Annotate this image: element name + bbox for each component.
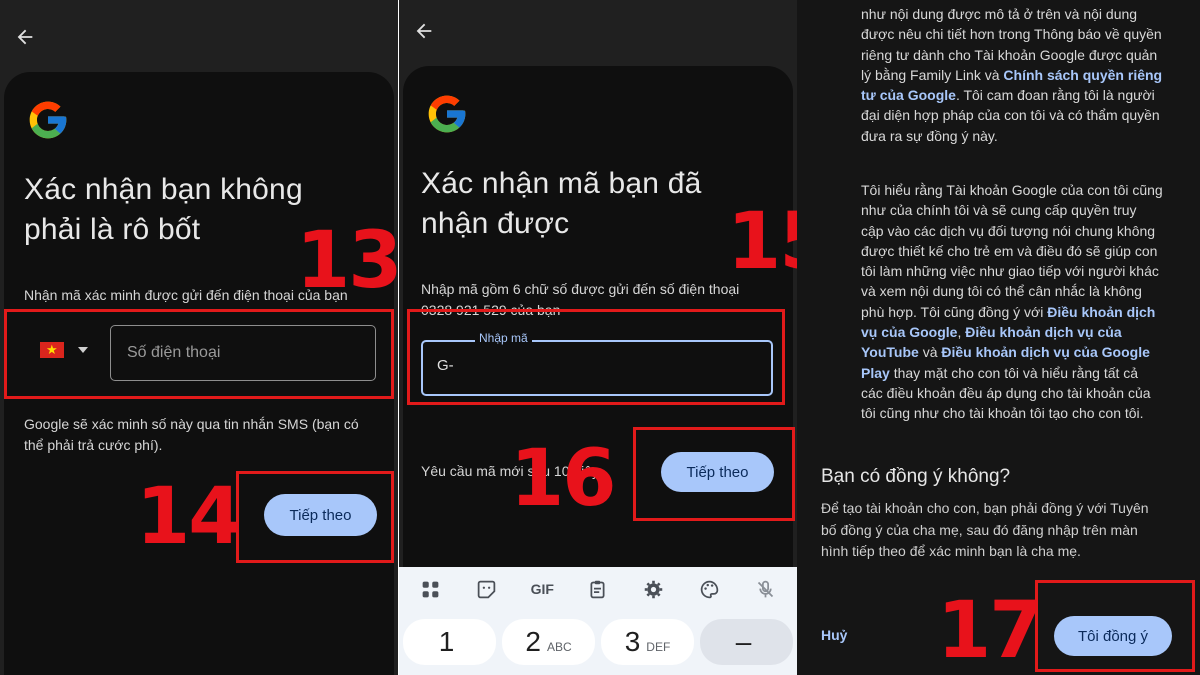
subtext-line: bố đồng ý của cha mẹ, sau đó đăng nhập t… bbox=[821, 521, 1138, 538]
annotation-box-15 bbox=[407, 309, 785, 405]
key-digit: – bbox=[735, 626, 752, 657]
panel-verify-robot: Xác nhận bạn không phải là rô bốt Nhận m… bbox=[0, 0, 398, 675]
step-number-13: 13 bbox=[296, 216, 398, 306]
settings-icon[interactable] bbox=[642, 577, 666, 601]
paragraph-line: thay mặt cho con tôi và hiểu rằng tất cả bbox=[889, 364, 1139, 381]
key-3[interactable]: 3 DEF bbox=[601, 619, 694, 665]
title-line: Xác nhận mã bạn đã bbox=[421, 167, 702, 200]
key-digit: 2 bbox=[525, 626, 541, 657]
paragraph-line: và xem nội dung tôi có thể cân nhắc là k… bbox=[861, 283, 1142, 300]
title-line: phải là rô bốt bbox=[24, 213, 201, 246]
on-screen-keyboard: GIF 1 2 ABC 3 DEF – bbox=[399, 567, 797, 675]
paragraph-line: lý bằng Family Link và bbox=[861, 66, 1004, 83]
step-number-15: 15 bbox=[727, 197, 797, 287]
key-1[interactable]: 1 bbox=[403, 619, 496, 665]
panel-parent-consent: như nội dung được mô tả ở trên và nội du… bbox=[797, 0, 1200, 675]
paragraph-line: Tôi hiểu rằng Tài khoản Google của con t… bbox=[861, 182, 1163, 198]
step-number-17: 17 bbox=[937, 586, 1044, 675]
arrow-left-icon bbox=[416, 23, 432, 39]
step-number-14: 14 bbox=[136, 472, 243, 562]
key-digit: 1 bbox=[438, 626, 455, 657]
annotation-box-14 bbox=[236, 471, 394, 563]
instruction-line: Nhập mã gồm 6 chữ số được gửi đến số điệ… bbox=[421, 281, 740, 297]
annotation-box-16 bbox=[633, 427, 795, 521]
subtext-line: Để tạo tài khoản cho con, bạn phải đồng … bbox=[821, 500, 1149, 516]
privacy-policy-link[interactable]: tư của Google bbox=[861, 87, 956, 103]
sms-note-line: thể phải trả cước phí). bbox=[24, 437, 163, 453]
paragraph-line: đưa ra sự đồng ý này. bbox=[861, 127, 998, 144]
youtube-tos-link[interactable]: YouTube bbox=[861, 344, 919, 360]
paragraph-line: cập vào các dịch vụ đối tượng nói chung … bbox=[861, 222, 1156, 239]
title-line: nhận được bbox=[421, 207, 570, 240]
paragraph-line: tôi cũng như cho tài khoản tôi tạo cho c… bbox=[861, 405, 1144, 422]
consent-paragraph-2: Tôi hiểu rằng Tài khoản Google của con t… bbox=[861, 180, 1173, 424]
sticker-icon[interactable] bbox=[475, 577, 499, 601]
annotation-box-13 bbox=[4, 309, 394, 399]
key-2[interactable]: 2 ABC bbox=[502, 619, 595, 665]
google-logo-icon bbox=[29, 101, 67, 139]
paragraph-line: riêng tư dành cho Tài khoản Google được … bbox=[861, 46, 1158, 63]
clipboard-icon[interactable] bbox=[586, 577, 610, 601]
google-logo-icon bbox=[428, 95, 466, 133]
google-tos-link[interactable]: Điều khoản dịch bbox=[1047, 304, 1155, 320]
page-title: Xác nhận mã bạn đã nhận được bbox=[421, 164, 701, 244]
annotation-box-17 bbox=[1035, 580, 1195, 672]
paragraph-line: đại diện hợp pháp của con tôi và có thẩm… bbox=[861, 107, 1160, 124]
title-line: Xác nhận bạn không bbox=[24, 173, 303, 206]
privacy-policy-link[interactable]: Chính sách quyền riêng bbox=[1003, 67, 1162, 83]
keyboard-toolbar: GIF bbox=[399, 567, 797, 611]
page-title: Xác nhận bạn không phải là rô bốt bbox=[24, 170, 303, 250]
keyboard-number-row: 1 2 ABC 3 DEF – bbox=[403, 619, 793, 665]
arrow-left-icon bbox=[17, 29, 33, 45]
paragraph-line: được thiết kế cho trẻ em và điều đó sẽ g… bbox=[861, 242, 1158, 259]
paragraph-line: được nêu chi tiết hơn trong Thông báo về… bbox=[861, 26, 1162, 43]
google-tos-link[interactable]: vụ của Google bbox=[861, 324, 957, 340]
consent-paragraph-1: như nội dung được mô tả ở trên và nội du… bbox=[861, 4, 1173, 146]
back-button[interactable] bbox=[413, 20, 443, 46]
key-dash[interactable]: – bbox=[700, 619, 793, 665]
google-play-tos-link[interactable]: Điều khoản dịch vụ của Google bbox=[941, 344, 1149, 360]
panel-enter-code: Xác nhận mã bạn đã nhận được Nhập mã gồm… bbox=[399, 0, 797, 675]
step-number-16: 16 bbox=[510, 434, 617, 524]
paragraph-line: và bbox=[918, 344, 942, 361]
google-play-tos-link[interactable]: Play bbox=[861, 365, 890, 381]
key-letters: ABC bbox=[546, 640, 572, 654]
apps-icon[interactable] bbox=[419, 577, 443, 601]
palette-icon[interactable] bbox=[697, 577, 721, 601]
subtext-line: hình tiếp theo để xác minh bạn là cha mẹ… bbox=[821, 543, 1081, 559]
consent-question: Bạn có đồng ý không? bbox=[821, 466, 1011, 487]
paragraph-line: . Tôi cam đoan rằng tôi là người bbox=[955, 87, 1155, 104]
youtube-tos-link[interactable]: Điều khoản dịch vụ của bbox=[965, 324, 1121, 340]
sms-note: Google sẽ xác minh số này qua tin nhắn S… bbox=[24, 414, 359, 456]
key-digit: 3 bbox=[624, 626, 641, 657]
back-button[interactable] bbox=[14, 26, 44, 52]
paragraph-line: các điều khoản đều áp dụng cho tài khoản… bbox=[861, 384, 1151, 401]
mic-off-icon[interactable] bbox=[753, 577, 777, 601]
paragraph-line: phù hợp. Tôi cũng đồng ý với bbox=[861, 303, 1048, 320]
cancel-button[interactable]: Huỷ bbox=[821, 627, 847, 643]
gif-button[interactable]: GIF bbox=[530, 577, 554, 601]
key-letters: DEF bbox=[646, 640, 671, 654]
sms-note-line: Google sẽ xác minh số này qua tin nhắn S… bbox=[24, 416, 359, 432]
paragraph-line: như nội dung được mô tả ở trên và nội du… bbox=[861, 6, 1138, 22]
paragraph-line: như của chính tôi và sẽ cung cấp quyền t… bbox=[861, 202, 1137, 219]
consent-subtext: Để tạo tài khoản cho con, bạn phải đồng … bbox=[821, 498, 1177, 563]
paragraph-line: tôi làm những việc như giao tiếp với ngư… bbox=[861, 263, 1159, 280]
